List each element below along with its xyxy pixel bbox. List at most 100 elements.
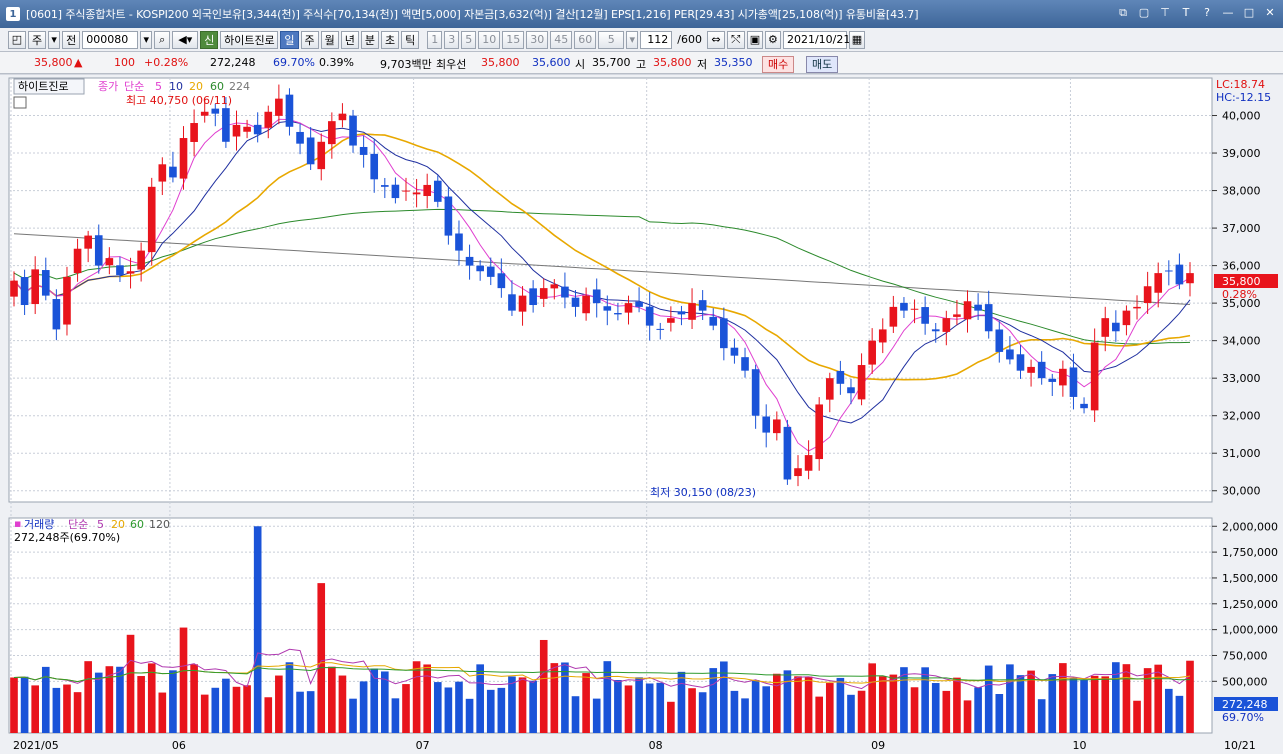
- candle-body: [677, 311, 686, 315]
- minute-45-button[interactable]: 45: [550, 30, 573, 49]
- stock-chart[interactable]: 30,00031,00032,00033,00034,00035,00036,0…: [0, 75, 1283, 754]
- candle-body: [1122, 310, 1131, 326]
- candle-body: [402, 190, 410, 192]
- close-button[interactable]: ✕: [1263, 6, 1277, 20]
- count-total-label: /600: [677, 33, 702, 46]
- candle-body: [465, 256, 474, 266]
- volume-bar: [1037, 699, 1046, 733]
- period-tick-button[interactable]: 틱: [401, 30, 420, 49]
- minute-5-button[interactable]: 5: [461, 30, 477, 49]
- zoom-icon[interactable]: ⇔: [706, 30, 725, 49]
- low-price: 35,350: [714, 56, 753, 69]
- candle-body: [931, 329, 940, 332]
- volume-bar: [508, 676, 516, 733]
- layout-icon[interactable]: ◰: [8, 30, 26, 49]
- period-day-button[interactable]: 일: [280, 30, 299, 49]
- sell-button[interactable]: 매도: [806, 56, 839, 73]
- restore-window-icon[interactable]: ▢: [1137, 6, 1151, 20]
- minimize-button[interactable]: —: [1221, 6, 1235, 20]
- help-icon[interactable]: ?: [1200, 6, 1214, 20]
- minute-10-button[interactable]: 10: [478, 30, 501, 49]
- candle-body: [698, 300, 707, 311]
- period-second-button[interactable]: 초: [381, 30, 400, 49]
- price-change: 100: [114, 56, 135, 69]
- pin-icon[interactable]: ⊤: [1158, 6, 1172, 20]
- candle-body: [105, 258, 114, 266]
- period-year-button[interactable]: 년: [340, 30, 359, 49]
- buy-button[interactable]: 매수: [762, 56, 795, 73]
- high-price: 35,800: [653, 56, 692, 69]
- period-week-button[interactable]: 주: [300, 30, 319, 49]
- volume-bar: [688, 688, 696, 733]
- candle-body: [783, 426, 792, 480]
- candle-body: [1164, 270, 1173, 272]
- candle-body: [73, 248, 82, 274]
- candle-body: [825, 378, 834, 400]
- candle-body: [41, 270, 50, 296]
- calendar-icon[interactable]: ▦: [848, 30, 865, 49]
- low-label: 저: [697, 58, 708, 71]
- price-axis-label: 40,000: [1222, 110, 1261, 123]
- volume-bar: [423, 664, 432, 733]
- minute-3-button[interactable]: 3: [444, 30, 460, 49]
- period-minute-button[interactable]: 분: [360, 30, 379, 49]
- code-dropdown-icon[interactable]: ▾: [140, 30, 153, 49]
- vol-legend-ma5: 5: [97, 518, 104, 531]
- candle-body: [804, 455, 813, 471]
- candle-body: [561, 286, 569, 298]
- volume-bar: [306, 691, 315, 733]
- link-window-icon[interactable]: ⧉: [1116, 6, 1130, 20]
- gear-icon[interactable]: ⚙: [764, 30, 781, 49]
- volume-bar: [349, 698, 357, 733]
- volume-bar: [232, 686, 241, 733]
- interval-dropdown-icon[interactable]: ▾: [626, 30, 639, 49]
- volume-bar: [433, 682, 442, 733]
- date-input[interactable]: 2021/10/21: [782, 30, 850, 49]
- app-number-badge: 1: [6, 7, 20, 21]
- volume-bar: [296, 691, 304, 733]
- volume-bar: [317, 583, 326, 733]
- candle-body: [1101, 318, 1110, 337]
- volume-bar: [794, 676, 802, 733]
- x-axis-label: 08: [649, 739, 663, 752]
- candle-body: [1154, 273, 1163, 293]
- volume-bar: [624, 685, 633, 733]
- volume-bar: [328, 666, 336, 733]
- price-pane-title[interactable]: 하이트진로: [18, 79, 69, 93]
- volume-bar: [1186, 660, 1194, 733]
- maximize-button[interactable]: □: [1242, 6, 1256, 20]
- search-icon[interactable]: ⌕: [154, 30, 171, 49]
- volume-axis-label: 1,000,000: [1222, 624, 1278, 637]
- price-axis-label: 34,000: [1222, 335, 1261, 348]
- period-type-select[interactable]: 주: [28, 30, 47, 49]
- minute-1-button[interactable]: 1: [427, 30, 443, 49]
- table-icon[interactable]: [13, 96, 27, 109]
- candle-body: [349, 115, 357, 146]
- interval-input[interactable]: 5: [598, 30, 625, 49]
- candle-body: [1175, 264, 1184, 285]
- count-input[interactable]: 112: [640, 30, 673, 49]
- candle-body: [20, 277, 29, 306]
- minute-30-button[interactable]: 30: [526, 30, 549, 49]
- prev-button[interactable]: 전: [62, 30, 81, 49]
- font-icon[interactable]: T: [1179, 6, 1193, 20]
- volume-bar: [953, 677, 961, 733]
- candle-body: [624, 303, 633, 313]
- candle-body: [847, 387, 855, 394]
- minute-60-button[interactable]: 60: [574, 30, 597, 49]
- price-axis-label: 37,000: [1222, 222, 1261, 235]
- minute-15-button[interactable]: 15: [502, 30, 525, 49]
- sound-icon[interactable]: ◀▾: [172, 30, 199, 49]
- period-month-button[interactable]: 월: [320, 30, 339, 49]
- candle-body: [1048, 378, 1057, 382]
- save-icon[interactable]: ▣: [746, 30, 763, 49]
- up-arrow-icon: ▲: [74, 56, 83, 69]
- volume-axis-current-pct: 69.70%: [1222, 711, 1264, 724]
- volume-axis-label: 1,750,000: [1222, 546, 1278, 559]
- candle-body: [306, 137, 315, 165]
- stock-code-input[interactable]: 000080: [82, 30, 139, 49]
- period-dropdown-icon[interactable]: ▾: [48, 30, 61, 49]
- indicator-icon[interactable]: ⤲: [726, 30, 745, 49]
- candle-body: [317, 141, 326, 170]
- candle-body: [264, 111, 273, 128]
